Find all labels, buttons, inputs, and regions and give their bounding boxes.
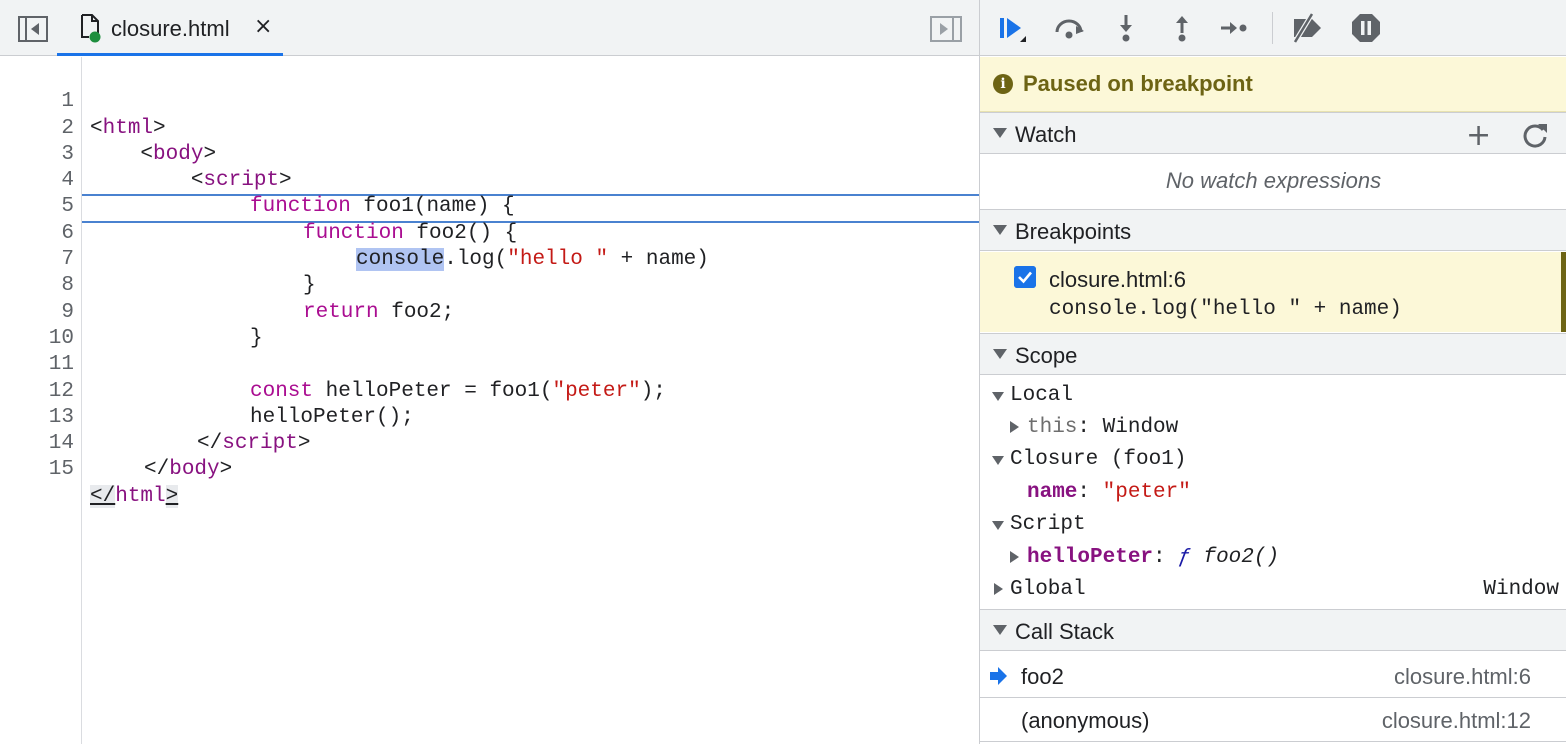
- frame-function: foo2: [1021, 664, 1064, 689]
- tab-label: closure.html: [111, 16, 230, 41]
- code-token: </: [144, 458, 170, 482]
- property-value: Window: [1102, 416, 1179, 439]
- code-line: 2 <body>: [0, 89, 979, 166]
- breakpoint-code: console.log("hello " + name): [1049, 298, 1402, 321]
- breakpoint-location: closure.html:6: [1049, 267, 1186, 292]
- code-line: 3 <script>: [0, 116, 979, 192]
- navigator-toggle-icon[interactable]: [18, 16, 48, 42]
- code-line: 5 function foo2() {: [0, 168, 979, 244]
- section-title: Scope: [1015, 343, 1078, 368]
- expand-triangle-icon: [993, 625, 1007, 635]
- sources-editor-pane: closure.html × 1 <html> 2 <body> 3 <scri…: [0, 0, 979, 744]
- expand-triangle-icon: [993, 128, 1007, 138]
- current-frame-arrow-icon: [990, 667, 1007, 685]
- code-line-current: 6 console.log("hello " + name): [0, 195, 979, 272]
- scope-property-hellopeter[interactable]: helloPeter: ƒ foo2(): [980, 543, 1566, 575]
- code-line: 4 function foo1(name) {: [0, 142, 979, 218]
- scope-property-this[interactable]: this: Window: [980, 413, 1566, 445]
- scope-global[interactable]: Global Window: [980, 575, 1566, 607]
- refresh-icon[interactable]: [1521, 121, 1549, 149]
- scope-label: Global: [1010, 578, 1086, 601]
- code-token: body: [169, 458, 220, 482]
- property-value: foo2(): [1190, 546, 1280, 569]
- section-watch-header[interactable]: Watch +: [980, 112, 1566, 154]
- collapse-triangle-icon: [1010, 421, 1019, 433]
- add-watch-icon[interactable]: +: [1466, 118, 1491, 153]
- paused-status-banner: i Paused on breakpoint: [980, 57, 1566, 112]
- property-separator: :: [1077, 416, 1103, 439]
- breakpoint-checkbox[interactable]: [1014, 266, 1036, 288]
- property-key: helloPeter: [1027, 546, 1154, 569]
- close-tab-icon[interactable]: ×: [254, 14, 272, 39]
- property-separator: :: [1077, 481, 1103, 504]
- code-line: 15 </html>: [0, 431, 979, 508]
- tab-closure-html[interactable]: closure.html ×: [57, 0, 283, 56]
- code-line: 7 }: [0, 221, 979, 297]
- code-token: >: [219, 458, 233, 482]
- code-token: >: [165, 484, 179, 508]
- scope-value: Window: [1483, 578, 1559, 601]
- frame-location[interactable]: closure.html:12: [1382, 708, 1531, 734]
- scope-local[interactable]: Local: [980, 381, 1566, 413]
- property-separator: :: [1153, 546, 1179, 569]
- code-token: html: [115, 484, 166, 508]
- step-icon[interactable]: [1218, 12, 1252, 44]
- debugger-sidebar: i Paused on breakpoint Watch + No watch …: [979, 0, 1566, 744]
- code-line: 11 const helloPeter = foo1("peter");: [0, 326, 979, 402]
- pause-on-exceptions-icon[interactable]: [1349, 12, 1383, 44]
- step-over-icon[interactable]: [1052, 12, 1086, 44]
- section-title: Breakpoints: [1015, 219, 1132, 244]
- code-editor[interactable]: 1 <html> 2 <body> 3 <script> 4 function …: [0, 57, 979, 744]
- code-line: 9 }: [0, 273, 979, 350]
- code-line: 13 </script>: [0, 379, 979, 455]
- collapse-triangle-icon: [994, 583, 1003, 595]
- code-line: 14 </body>: [0, 405, 979, 481]
- code-line: 10: [0, 300, 979, 350]
- scope-property-name[interactable]: name: "peter": [980, 478, 1566, 510]
- scope-script[interactable]: Script: [980, 510, 1566, 542]
- line-number[interactable]: 15: [0, 457, 74, 483]
- resume-icon[interactable]: [996, 12, 1030, 44]
- editor-tab-bar: closure.html ×: [0, 0, 979, 56]
- code-token: </: [90, 484, 116, 508]
- property-key: name: [1027, 481, 1078, 504]
- expand-triangle-icon: [993, 225, 1007, 235]
- section-call-stack-header[interactable]: Call Stack: [980, 609, 1566, 651]
- scope-label: Closure (foo1): [1010, 448, 1187, 471]
- file-icon: [81, 14, 101, 43]
- scope-closure[interactable]: Closure (foo1): [980, 445, 1566, 477]
- function-glyph: ƒ: [1178, 546, 1191, 569]
- frame-function: (anonymous): [1021, 708, 1150, 733]
- deactivate-breakpoints-icon[interactable]: [1290, 12, 1324, 44]
- breakpoint-item[interactable]: closure.html:6 console.log("hello " + na…: [980, 252, 1566, 332]
- property-value: "peter": [1102, 481, 1191, 504]
- code-line: 12 helloPeter();: [0, 352, 979, 429]
- debugger-toolbar: [980, 0, 1566, 56]
- section-title: Call Stack: [1015, 619, 1115, 644]
- section-title: Watch: [1015, 122, 1077, 147]
- expand-triangle-icon: [993, 349, 1007, 359]
- section-scope-header[interactable]: Scope: [980, 333, 1566, 375]
- toolbar-separator: [1272, 12, 1273, 44]
- step-into-icon[interactable]: [1109, 12, 1143, 44]
- expand-triangle-icon: [992, 521, 1004, 530]
- watch-empty-message: No watch expressions: [1165, 168, 1382, 193]
- scope-label: Local: [1010, 384, 1074, 407]
- expand-triangle-icon: [992, 456, 1004, 465]
- paused-status-text: Paused on breakpoint: [1023, 71, 1253, 96]
- code-line: 1 <html>: [0, 63, 979, 139]
- section-breakpoints-header[interactable]: Breakpoints: [980, 209, 1566, 251]
- code-line: 8 return foo2;: [0, 247, 979, 323]
- expand-triangle-icon: [992, 392, 1004, 401]
- scope-label: Script: [1010, 513, 1086, 536]
- property-key: this: [1027, 416, 1078, 439]
- info-icon: i: [993, 74, 1013, 94]
- step-out-icon[interactable]: [1165, 12, 1199, 44]
- collapse-triangle-icon: [1010, 551, 1019, 563]
- call-stack-frame-current[interactable]: foo2 closure.html:6: [980, 654, 1566, 698]
- call-stack-frame[interactable]: (anonymous) closure.html:12: [980, 698, 1566, 742]
- frame-location[interactable]: closure.html:6: [1394, 664, 1531, 690]
- debugger-toggle-icon[interactable]: [930, 16, 962, 42]
